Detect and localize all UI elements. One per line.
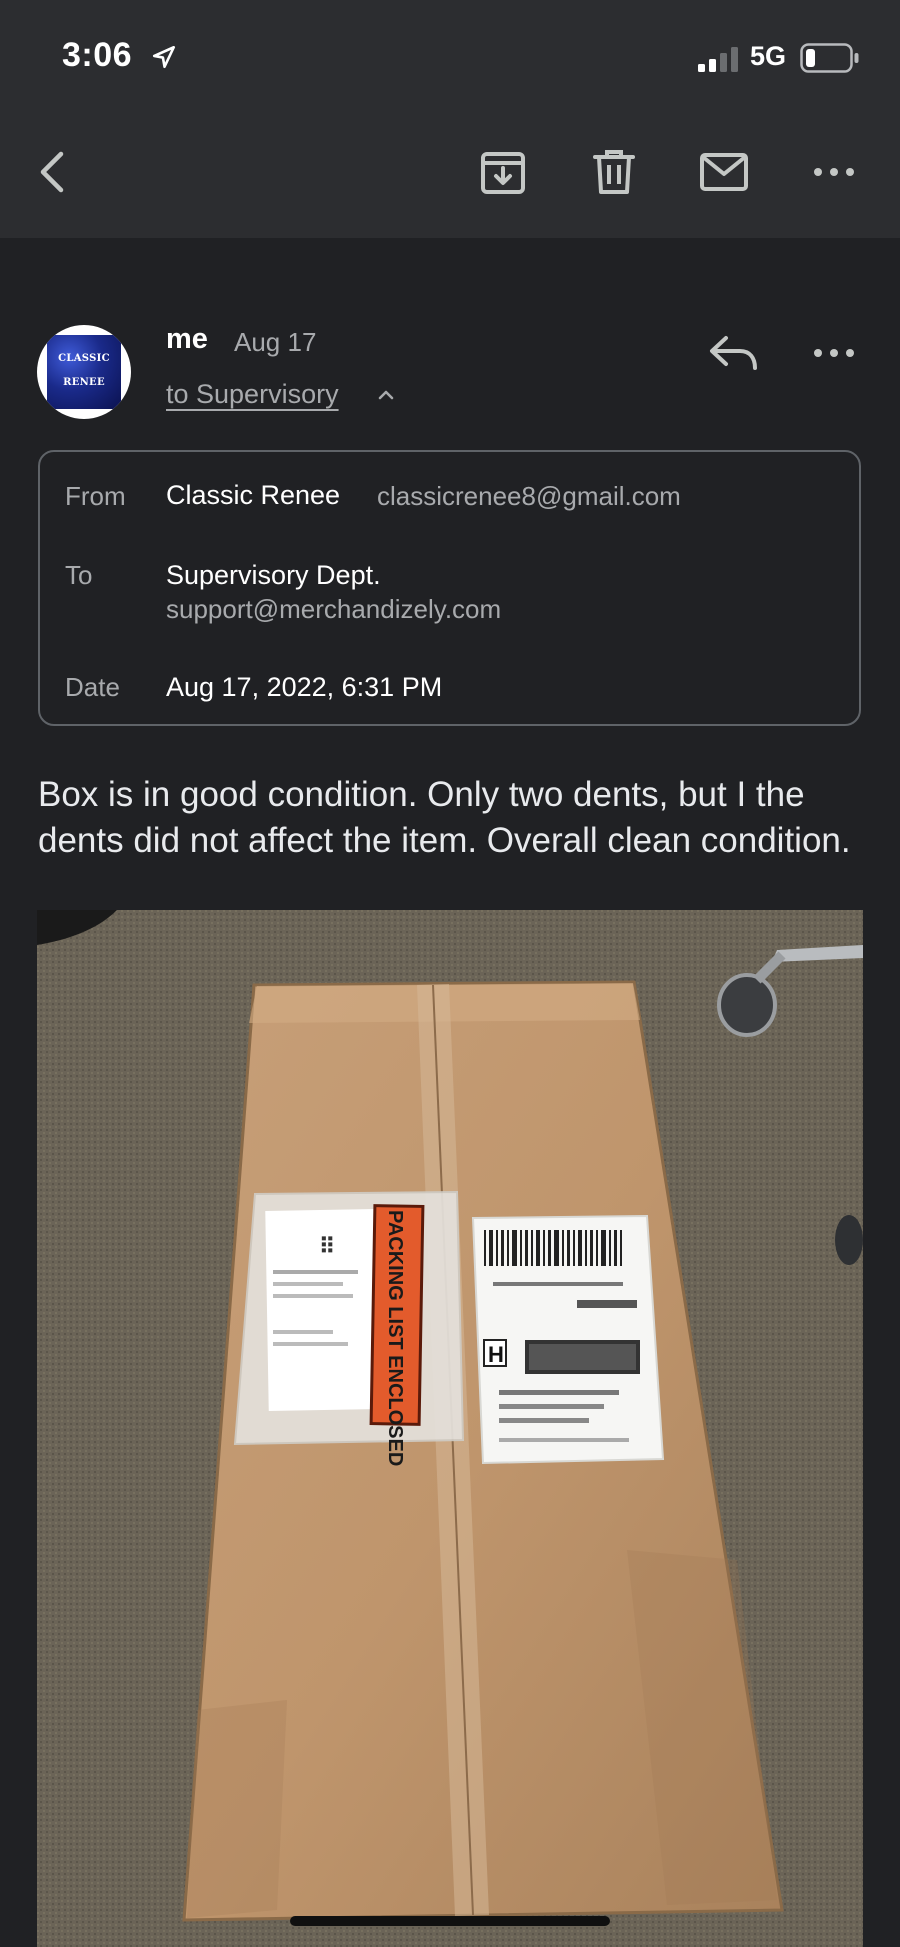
- package-photo-illustration: ⠿ PACKING LIST ENCLOSED H: [37, 910, 863, 1947]
- avatar-text-line1: CLASSIC: [58, 353, 110, 364]
- to-name: Supervisory Dept.: [166, 560, 381, 590]
- archive-icon[interactable]: [477, 146, 529, 198]
- to-label: To: [65, 560, 93, 590]
- location-arrow-icon: [152, 45, 176, 69]
- avatar-text-line2: RENEE: [63, 377, 105, 388]
- to-email[interactable]: support@merchandizely.com: [166, 594, 501, 625]
- message-more-icon[interactable]: [808, 330, 860, 376]
- label-h-letter: H: [488, 1342, 504, 1367]
- from-label: From: [65, 481, 126, 511]
- date-label: Date: [65, 672, 120, 702]
- battery-icon: [800, 43, 859, 73]
- sender-avatar[interactable]: CLASSIC RENEE: [37, 325, 131, 419]
- attached-photo[interactable]: ⠿ PACKING LIST ENCLOSED H: [37, 910, 863, 1947]
- mail-icon[interactable]: [698, 146, 750, 198]
- sent-date: Aug 17: [234, 327, 317, 357]
- packing-list-sticker-text: PACKING LIST ENCLOSED: [384, 1210, 406, 1466]
- trash-icon[interactable]: [588, 146, 640, 198]
- signal-bars-icon: [698, 47, 738, 72]
- from-name: Classic Renee: [166, 480, 341, 510]
- recipient-summary-link[interactable]: to Supervisory: [166, 379, 339, 410]
- reply-icon[interactable]: [706, 330, 762, 376]
- back-chevron-icon[interactable]: [28, 146, 80, 198]
- sender-name: me: [166, 323, 208, 355]
- date-value: Aug 17, 2022, 6:31 PM: [166, 672, 443, 702]
- status-time: 3:06: [62, 36, 133, 74]
- more-horizontal-icon[interactable]: [808, 146, 860, 198]
- top-app-bar: [0, 0, 900, 238]
- from-email[interactable]: classicrenee8@gmail.com: [377, 481, 681, 512]
- avatar-image: [47, 335, 121, 409]
- home-indicator[interactable]: [290, 1916, 610, 1926]
- chevron-up-icon[interactable]: [376, 385, 396, 405]
- message-body: Box is in good condition. Only two dents…: [38, 775, 851, 860]
- slip-logo-text: ⠿: [319, 1234, 335, 1259]
- network-type: 5G: [750, 41, 787, 71]
